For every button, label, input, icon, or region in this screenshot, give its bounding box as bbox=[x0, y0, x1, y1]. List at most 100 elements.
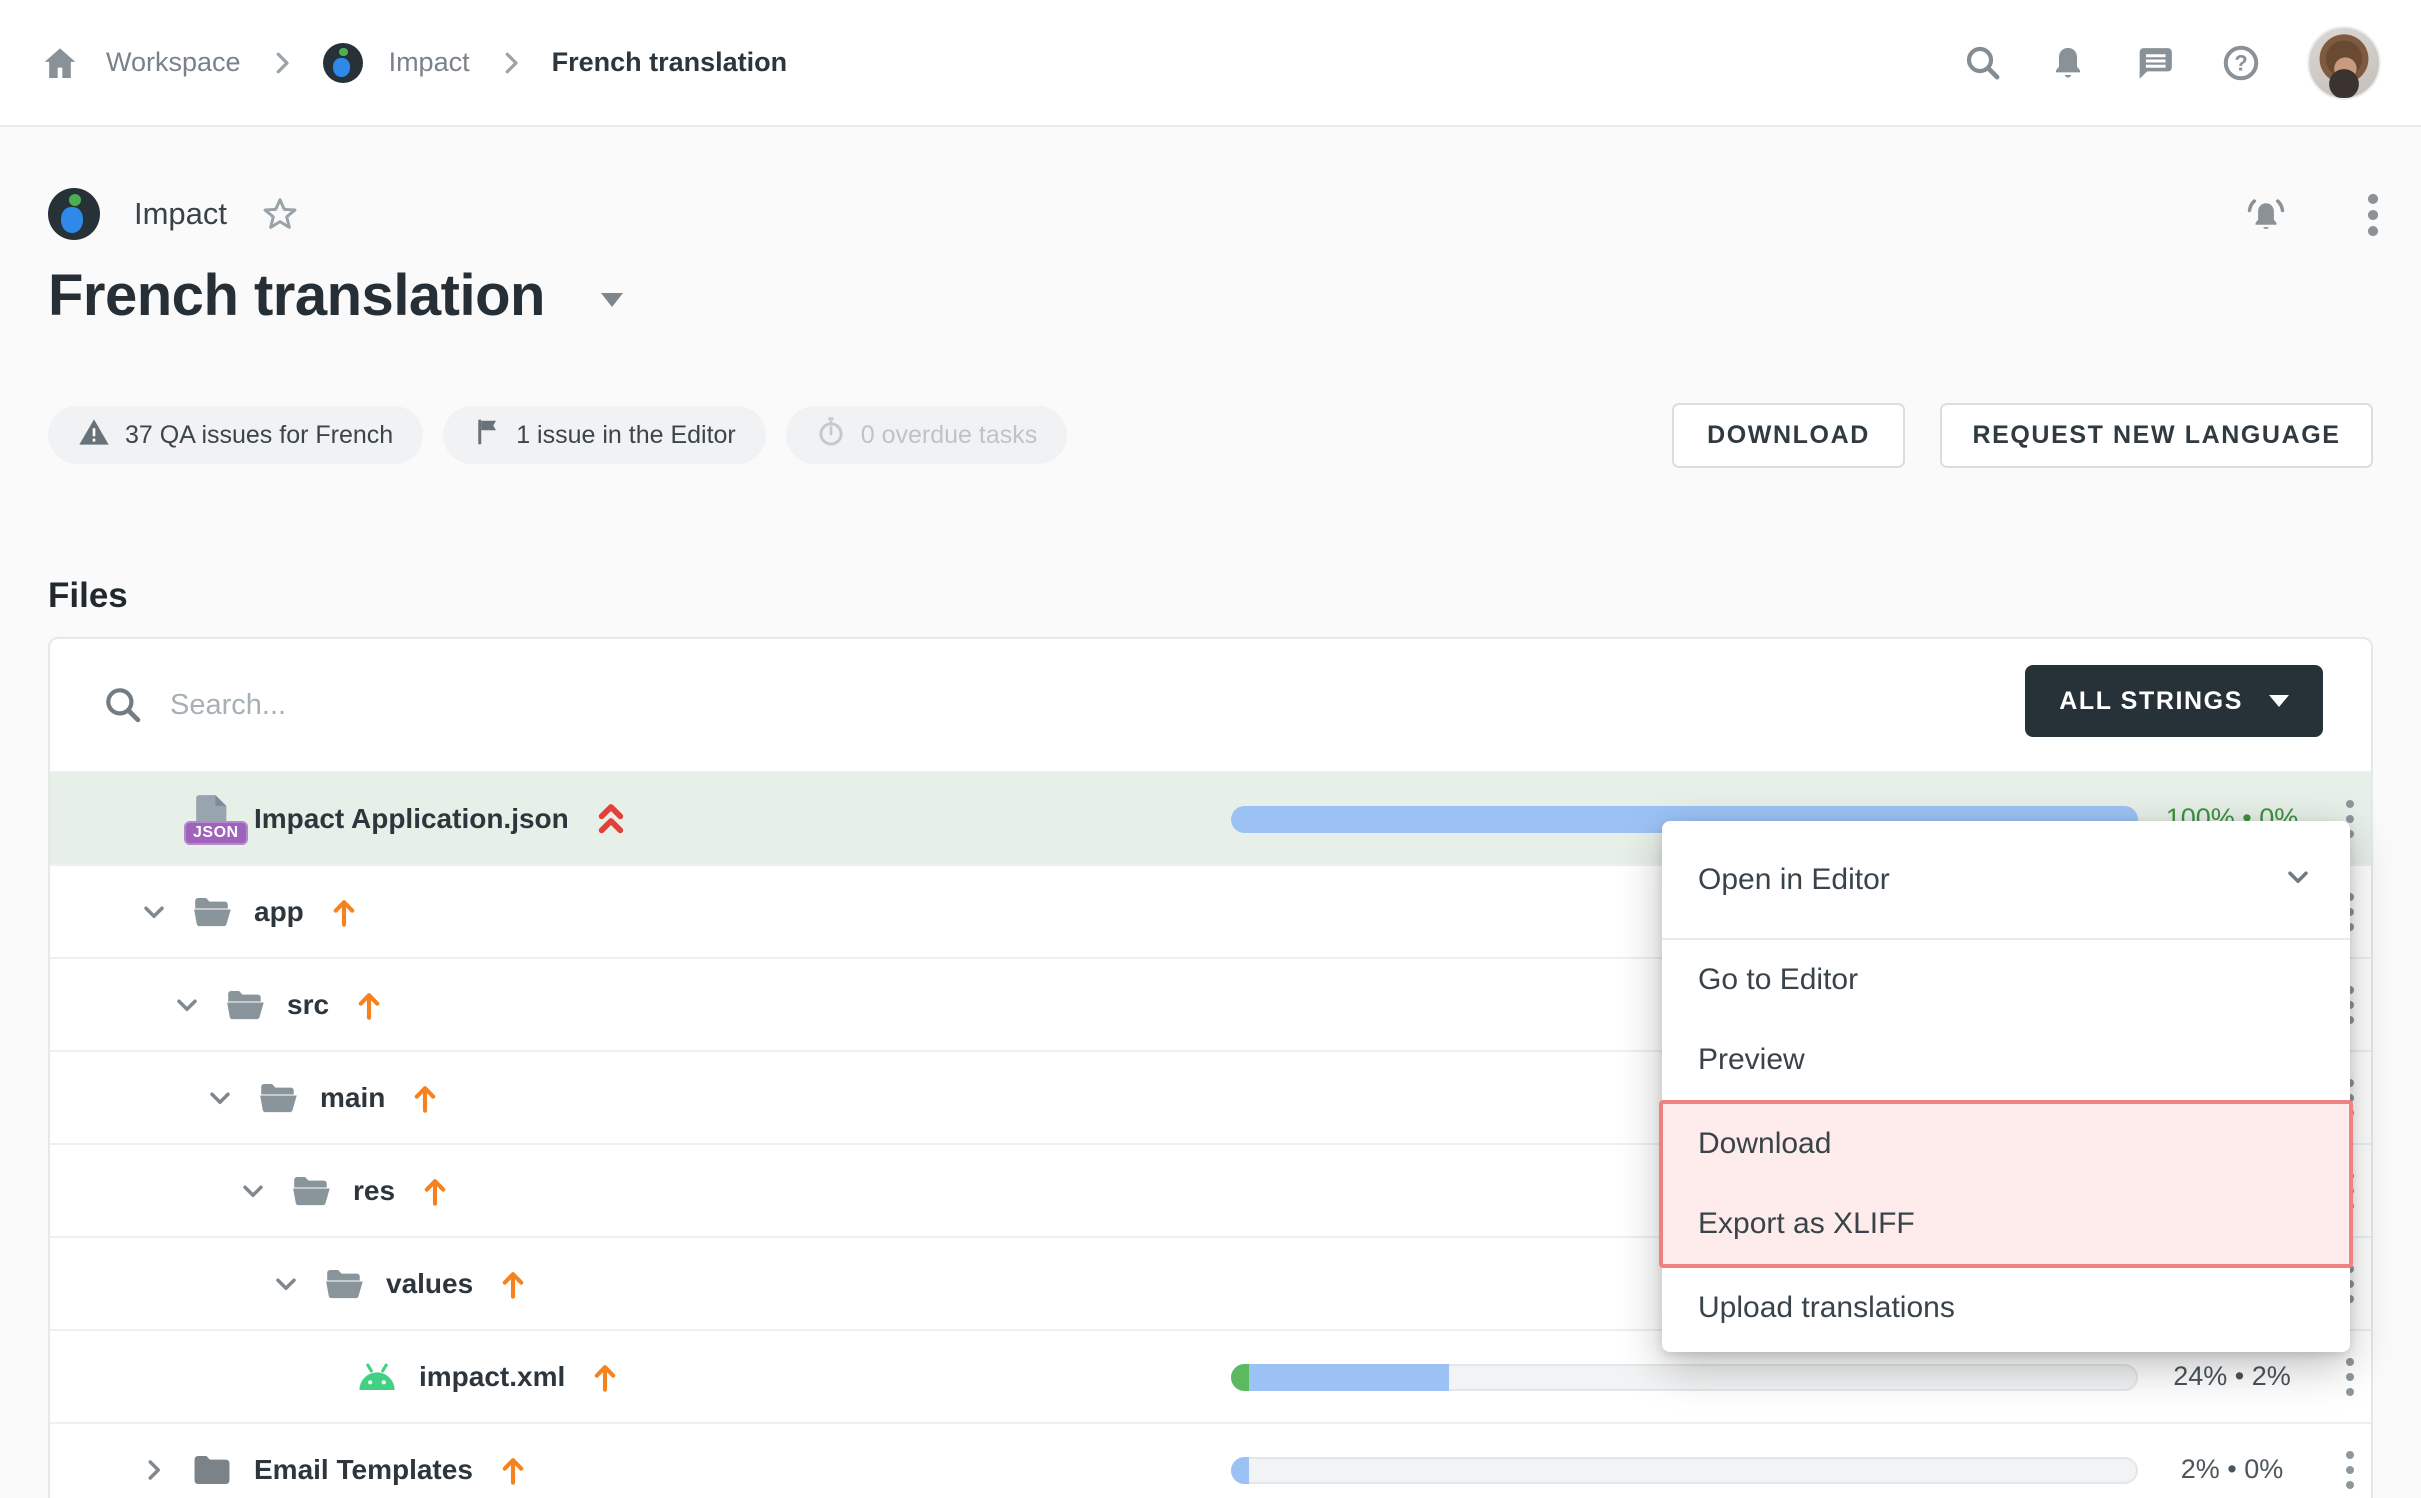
file-name: res bbox=[353, 1175, 395, 1207]
breadcrumb-workspace[interactable]: Workspace bbox=[106, 47, 241, 78]
translation-progress-bar bbox=[1231, 1457, 2138, 1484]
menu-item-download[interactable]: Download bbox=[1663, 1104, 2349, 1184]
tree-indent bbox=[138, 1376, 303, 1377]
chevron-down-icon bbox=[601, 293, 623, 307]
file-name: app bbox=[254, 896, 304, 928]
tree-indent bbox=[138, 1190, 237, 1191]
upload-arrow-icon bbox=[330, 896, 358, 928]
status-chips: 37 QA issues for French 1 issue in the Ed… bbox=[48, 406, 1067, 464]
status-chip[interactable]: 1 issue in the Editor bbox=[443, 406, 766, 464]
status-chip-label: 1 issue in the Editor bbox=[516, 421, 736, 450]
status-chip[interactable]: 37 QA issues for French bbox=[48, 406, 423, 464]
menu-item-preview[interactable]: Preview bbox=[1662, 1020, 2350, 1100]
tree-indent bbox=[138, 1283, 270, 1284]
svg-text:?: ? bbox=[2234, 50, 2247, 75]
tree-indent bbox=[138, 1004, 171, 1005]
expand-chevron-down-icon[interactable] bbox=[237, 1175, 289, 1207]
project-name: Impact bbox=[134, 196, 227, 232]
tree-indent bbox=[138, 1097, 204, 1098]
upload-arrow-icon bbox=[411, 1082, 439, 1114]
chevron-down-icon bbox=[2269, 695, 2289, 707]
star-icon[interactable] bbox=[261, 195, 299, 233]
status-chip-label: 37 QA issues for French bbox=[125, 421, 393, 450]
highlight-annotation: Download Export as XLIFF bbox=[1659, 1100, 2353, 1268]
filter-button-label: ALL STRINGS bbox=[2059, 687, 2243, 716]
breadcrumb-current-page: French translation bbox=[552, 47, 788, 78]
breadcrumb: Workspace Impact French translation bbox=[40, 43, 787, 83]
menu-item-label: Open in Editor bbox=[1698, 863, 1890, 897]
priority-high-icon bbox=[595, 801, 627, 837]
menu-item-label: Preview bbox=[1698, 1043, 1805, 1077]
language-switcher[interactable]: French translation bbox=[48, 262, 623, 329]
top-navigation-bar: Workspace Impact French translation ? bbox=[0, 0, 2421, 127]
menu-item-label: Upload translations bbox=[1698, 1291, 1955, 1325]
warning-icon bbox=[78, 417, 110, 454]
translated-segment bbox=[1249, 1364, 1449, 1391]
menu-item-open-in-editor[interactable]: Open in Editor bbox=[1662, 821, 2350, 940]
table-row[interactable]: Email Templates 2% • 0% bbox=[50, 1422, 2371, 1498]
menu-item-export-as-xliff[interactable]: Export as XLIFF bbox=[1663, 1184, 2349, 1264]
help-icon[interactable]: ? bbox=[2220, 42, 2262, 84]
page-title: French translation bbox=[48, 262, 545, 329]
approved-segment bbox=[1231, 1364, 1249, 1391]
translation-progress-bar bbox=[1231, 1364, 2138, 1391]
menu-item-label: Download bbox=[1698, 1127, 1831, 1161]
json-file-icon: JSON bbox=[190, 793, 234, 845]
flag-icon bbox=[473, 417, 501, 454]
folder-open-icon bbox=[223, 987, 267, 1023]
status-chip-label: 0 overdue tasks bbox=[861, 421, 1038, 450]
download-button[interactable]: DOWNLOAD bbox=[1672, 403, 1905, 468]
menu-item-go-to-editor[interactable]: Go to Editor bbox=[1662, 940, 2350, 1020]
search-input[interactable] bbox=[170, 689, 1270, 722]
files-section-heading: Files bbox=[48, 576, 128, 616]
all-strings-filter-button[interactable]: ALL STRINGS bbox=[2025, 665, 2323, 737]
status-chip: 0 overdue tasks bbox=[786, 406, 1068, 464]
file-name: Impact Application.json bbox=[254, 803, 569, 835]
project-header: Impact bbox=[48, 188, 299, 240]
project-logo[interactable] bbox=[323, 43, 363, 83]
file-name: values bbox=[386, 1268, 473, 1300]
project-more-kebab-icon[interactable] bbox=[2366, 192, 2380, 238]
search-icon bbox=[102, 684, 144, 726]
avatar[interactable] bbox=[2307, 26, 2381, 100]
project-logo bbox=[48, 188, 100, 240]
translated-segment bbox=[1231, 1457, 1249, 1484]
timer-icon bbox=[816, 416, 846, 455]
expand-chevron-down-icon[interactable] bbox=[138, 896, 190, 928]
folder-open-icon bbox=[322, 1266, 366, 1302]
expand-chevron-down-icon[interactable] bbox=[171, 989, 223, 1021]
file-context-menu: Open in Editor Go to Editor Preview Downloa… bbox=[1662, 821, 2350, 1352]
menu-item-upload-translations[interactable]: Upload translations bbox=[1662, 1268, 2350, 1348]
folder-open-icon bbox=[190, 894, 234, 930]
chevron-right-icon bbox=[267, 48, 297, 78]
request-new-language-button[interactable]: REQUEST NEW LANGUAGE bbox=[1940, 403, 2373, 468]
expand-chevron-down-icon[interactable] bbox=[270, 1268, 322, 1300]
subscribe-bell-icon[interactable] bbox=[2244, 193, 2288, 237]
file-name: Email Templates bbox=[254, 1454, 473, 1486]
file-name: main bbox=[320, 1082, 385, 1114]
json-badge: JSON bbox=[184, 821, 248, 845]
row-more-kebab-icon[interactable] bbox=[2335, 1424, 2365, 1498]
home-icon[interactable] bbox=[40, 43, 80, 83]
folder-open-icon bbox=[289, 1173, 333, 1209]
progress-percent: 2% • 0% bbox=[2142, 1424, 2322, 1498]
android-file-icon bbox=[355, 1361, 399, 1393]
folder-closed-icon bbox=[190, 1452, 234, 1488]
expand-chevron-down-icon[interactable] bbox=[204, 1082, 256, 1114]
upload-arrow-icon bbox=[499, 1268, 527, 1300]
folder-open-icon bbox=[256, 1080, 300, 1116]
expand-chevron-right-icon[interactable] bbox=[138, 1454, 190, 1486]
menu-item-label: Go to Editor bbox=[1698, 963, 1858, 997]
chevron-down-icon bbox=[2282, 861, 2314, 898]
chevron-right-icon bbox=[496, 48, 526, 78]
breadcrumb-project[interactable]: Impact bbox=[389, 47, 470, 78]
messages-icon[interactable] bbox=[2133, 42, 2175, 84]
menu-item-label: Export as XLIFF bbox=[1698, 1207, 1915, 1241]
notifications-bell-icon[interactable] bbox=[2048, 43, 2088, 83]
search-icon[interactable] bbox=[1963, 43, 2003, 83]
file-name: impact.xml bbox=[419, 1361, 565, 1393]
upload-arrow-icon bbox=[355, 989, 383, 1021]
files-toolbar: ALL STRINGS bbox=[50, 639, 2371, 771]
file-name: src bbox=[287, 989, 329, 1021]
upload-arrow-icon bbox=[499, 1454, 527, 1486]
